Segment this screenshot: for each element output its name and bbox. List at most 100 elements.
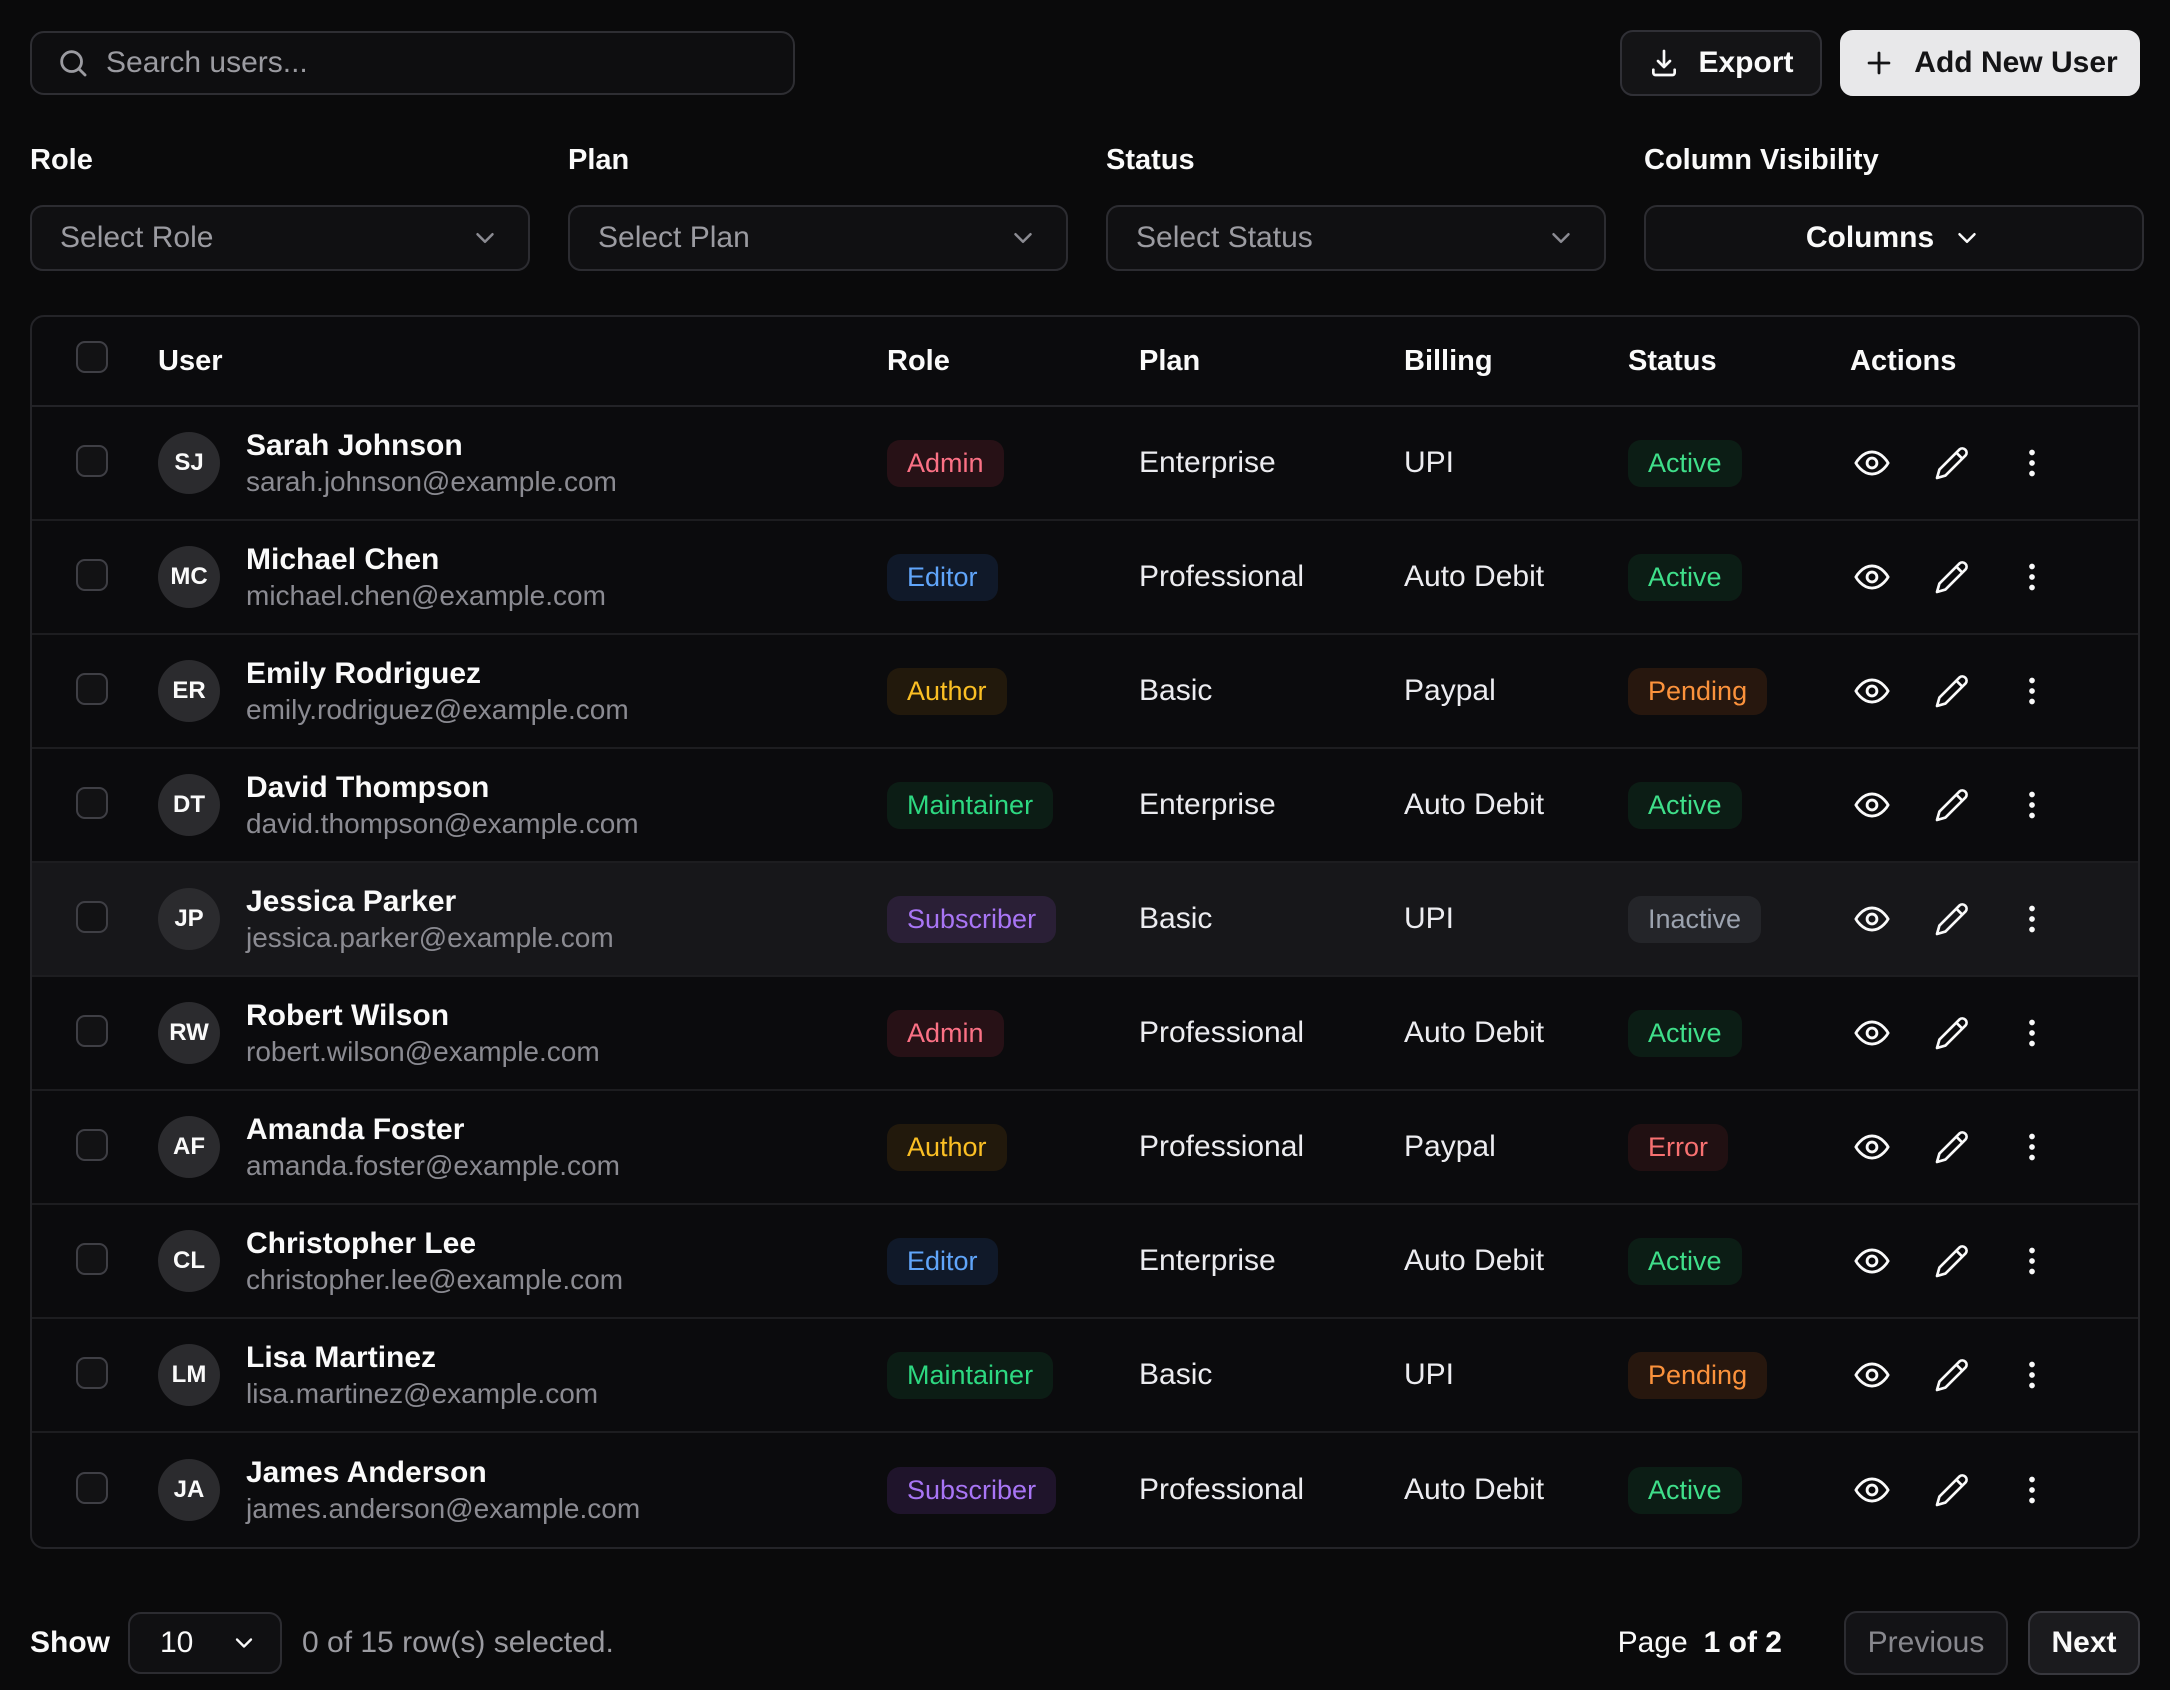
- status-filter-label: Status: [1106, 144, 1606, 177]
- row-checkbox[interactable]: [76, 1243, 108, 1275]
- more-button[interactable]: [2010, 1353, 2054, 1397]
- users-table: User Role Plan Billing Status Actions SJ…: [30, 315, 2140, 1549]
- avatar: MC: [158, 546, 220, 608]
- ellipsis-vertical-icon: [2014, 1357, 2050, 1393]
- eye-icon: [1853, 1128, 1891, 1166]
- view-button[interactable]: [1850, 669, 1894, 713]
- row-checkbox[interactable]: [76, 559, 108, 591]
- edit-button[interactable]: [1930, 1011, 1974, 1055]
- billing-cell: UPI: [1374, 1358, 1598, 1392]
- view-button[interactable]: [1850, 441, 1894, 485]
- row-checkbox[interactable]: [76, 787, 108, 819]
- row-checkbox[interactable]: [76, 673, 108, 705]
- page-size-select[interactable]: 10: [128, 1612, 282, 1674]
- more-button[interactable]: [2010, 897, 2054, 941]
- table-row: MC Michael Chen michael.chen@example.com…: [32, 521, 2138, 635]
- chevron-down-icon: [1952, 223, 1982, 253]
- row-checkbox[interactable]: [76, 1357, 108, 1389]
- view-button[interactable]: [1850, 1353, 1894, 1397]
- billing-cell: Auto Debit: [1374, 1016, 1598, 1050]
- more-button[interactable]: [2010, 1125, 2054, 1169]
- plan-cell: Professional: [1109, 1473, 1374, 1507]
- user-name: Sarah Johnson: [246, 431, 617, 461]
- next-button[interactable]: Next: [2028, 1611, 2140, 1675]
- role-badge: Admin: [887, 1010, 1004, 1057]
- view-button[interactable]: [1850, 555, 1894, 599]
- row-checkbox[interactable]: [76, 901, 108, 933]
- eye-icon: [1853, 558, 1891, 596]
- user-name: Jessica Parker: [246, 887, 614, 917]
- column-header-role: Role: [857, 345, 1109, 378]
- view-button[interactable]: [1850, 1011, 1894, 1055]
- search-input[interactable]: [106, 46, 769, 80]
- previous-button[interactable]: Previous: [1844, 1611, 2008, 1675]
- export-button[interactable]: Export: [1620, 30, 1822, 96]
- role-badge: Author: [887, 668, 1007, 715]
- plan-cell: Professional: [1109, 1130, 1374, 1164]
- edit-button[interactable]: [1930, 1468, 1974, 1512]
- user-email: david.thompson@example.com: [246, 810, 639, 838]
- more-button[interactable]: [2010, 1239, 2054, 1283]
- search-icon: [56, 46, 90, 80]
- status-badge: Active: [1628, 782, 1742, 829]
- add-new-user-button[interactable]: Add New User: [1840, 30, 2140, 96]
- view-button[interactable]: [1850, 897, 1894, 941]
- edit-button[interactable]: [1930, 1353, 1974, 1397]
- table-row: CL Christopher Lee christopher.lee@examp…: [32, 1205, 2138, 1319]
- edit-button[interactable]: [1930, 1239, 1974, 1283]
- more-button[interactable]: [2010, 669, 2054, 713]
- view-button[interactable]: [1850, 1468, 1894, 1512]
- select-all-checkbox[interactable]: [76, 341, 108, 373]
- page-size-value: 10: [160, 1626, 230, 1660]
- user-email: robert.wilson@example.com: [246, 1038, 600, 1066]
- plan-cell: Basic: [1109, 1358, 1374, 1392]
- role-filter: Role Select Role: [30, 144, 530, 271]
- role-badge: Maintainer: [887, 782, 1053, 829]
- pencil-icon: [1934, 787, 1970, 823]
- row-checkbox[interactable]: [76, 1015, 108, 1047]
- plan-cell: Enterprise: [1109, 1244, 1374, 1278]
- user-name: Lisa Martinez: [246, 1343, 598, 1373]
- status-badge: Error: [1628, 1124, 1728, 1171]
- billing-cell: Auto Debit: [1374, 1473, 1598, 1507]
- edit-button[interactable]: [1930, 1125, 1974, 1169]
- billing-cell: Auto Debit: [1374, 1244, 1598, 1278]
- avatar: AF: [158, 1116, 220, 1178]
- role-select[interactable]: Select Role: [30, 205, 530, 271]
- plan-select-placeholder: Select Plan: [598, 221, 1008, 255]
- edit-button[interactable]: [1930, 669, 1974, 713]
- user-name: Robert Wilson: [246, 1001, 600, 1031]
- plan-select[interactable]: Select Plan: [568, 205, 1068, 271]
- more-button[interactable]: [2010, 441, 2054, 485]
- view-button[interactable]: [1850, 1239, 1894, 1283]
- view-button[interactable]: [1850, 783, 1894, 827]
- edit-button[interactable]: [1930, 441, 1974, 485]
- ellipsis-vertical-icon: [2014, 1243, 2050, 1279]
- view-button[interactable]: [1850, 1125, 1894, 1169]
- column-visibility-label: Column Visibility: [1644, 144, 2144, 177]
- user-email: james.anderson@example.com: [246, 1495, 640, 1523]
- status-select[interactable]: Select Status: [1106, 205, 1606, 271]
- more-button[interactable]: [2010, 1468, 2054, 1512]
- edit-button[interactable]: [1930, 897, 1974, 941]
- edit-button[interactable]: [1930, 783, 1974, 827]
- more-button[interactable]: [2010, 1011, 2054, 1055]
- user-name: Michael Chen: [246, 545, 606, 575]
- row-checkbox[interactable]: [76, 445, 108, 477]
- row-checkbox[interactable]: [76, 1129, 108, 1161]
- user-name: Amanda Foster: [246, 1115, 620, 1145]
- eye-icon: [1853, 1356, 1891, 1394]
- columns-button[interactable]: Columns: [1644, 205, 2144, 271]
- pencil-icon: [1934, 673, 1970, 709]
- more-button[interactable]: [2010, 555, 2054, 599]
- role-badge: Subscriber: [887, 896, 1056, 943]
- more-button[interactable]: [2010, 783, 2054, 827]
- row-checkbox[interactable]: [76, 1472, 108, 1504]
- column-header-user: User: [142, 345, 857, 378]
- column-visibility-filter: Column Visibility Columns: [1644, 144, 2144, 271]
- eye-icon: [1853, 786, 1891, 824]
- status-badge: Active: [1628, 1010, 1742, 1057]
- edit-button[interactable]: [1930, 555, 1974, 599]
- status-badge: Inactive: [1628, 896, 1761, 943]
- table-row: RW Robert Wilson robert.wilson@example.c…: [32, 977, 2138, 1091]
